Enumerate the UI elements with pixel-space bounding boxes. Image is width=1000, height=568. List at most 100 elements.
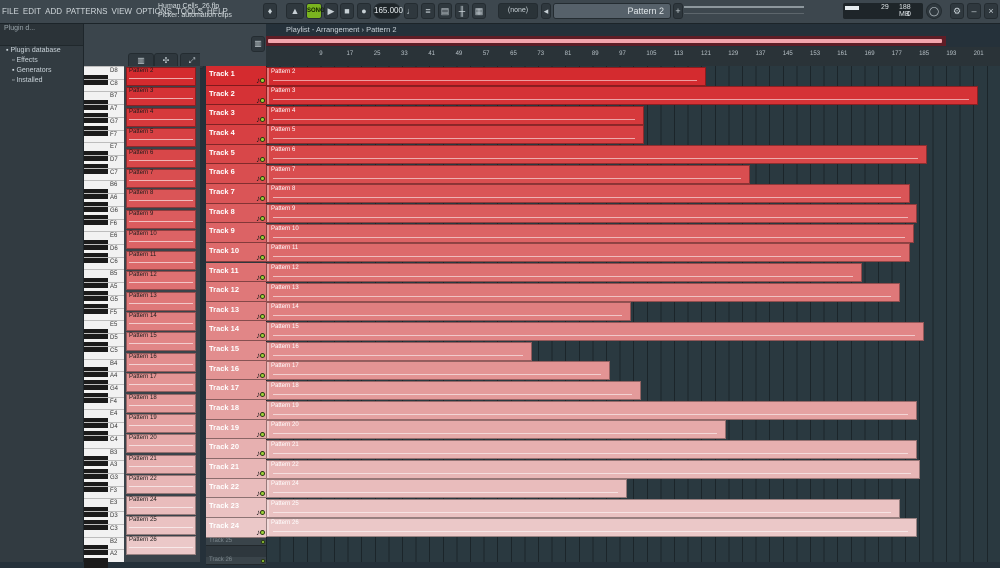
track-mute-led[interactable] xyxy=(260,412,265,418)
track-mute-led[interactable] xyxy=(260,195,265,201)
clip-left-edge[interactable] xyxy=(267,224,269,242)
piano-black-key[interactable] xyxy=(84,379,108,390)
track-header-item[interactable]: Track 10 ♪ xyxy=(206,242,266,263)
clip-left-edge[interactable] xyxy=(267,67,269,85)
master-volume-knob[interactable]: ◯ xyxy=(926,3,942,19)
clip-left-edge[interactable] xyxy=(267,106,269,124)
pattern-list-item[interactable]: Pattern 18 xyxy=(126,393,196,413)
playlist-clip[interactable]: Pattern 25 xyxy=(266,498,900,518)
track-header-item[interactable]: Track 7 ♪ xyxy=(206,183,266,204)
piano-black-key[interactable] xyxy=(84,329,108,340)
playlist-pattern[interactable]: Pattern 2 xyxy=(366,25,396,34)
track-mute-led[interactable] xyxy=(260,510,265,516)
track-header-item[interactable]: Track 8 ♪ xyxy=(206,203,266,224)
playlist-clip[interactable]: Pattern 22 xyxy=(266,459,921,479)
menu-view[interactable]: VIEW xyxy=(112,7,132,16)
clip-left-edge[interactable] xyxy=(267,322,269,340)
piano-black-key[interactable] xyxy=(84,201,108,212)
menu-file[interactable]: FILE xyxy=(2,7,19,16)
timeline-ruler[interactable]: 9 17 25 33 41 49 57 65 73 81 89 97 105 113 121 129 137 14… xyxy=(266,47,1000,66)
piano-black-key[interactable] xyxy=(84,456,108,467)
piano-black-key[interactable] xyxy=(84,125,108,136)
piano-black-key[interactable] xyxy=(84,519,108,530)
track-header-item[interactable]: Track 13 ♪ xyxy=(206,301,266,322)
track-mute-led[interactable] xyxy=(260,156,265,162)
track-mute-led[interactable] xyxy=(260,136,265,142)
pattern-list-item[interactable]: Pattern 15 xyxy=(126,332,196,352)
stop-icon[interactable]: ■ xyxy=(340,3,354,19)
piano-black-key[interactable] xyxy=(84,112,108,123)
track-header-item[interactable]: Track 26 xyxy=(206,557,266,566)
song-mode-toggle[interactable]: SONG xyxy=(306,3,325,19)
pattern-list-item[interactable]: Pattern 9 xyxy=(126,209,196,229)
clip-left-edge[interactable] xyxy=(267,460,269,478)
playlist-clip[interactable]: Pattern 19 xyxy=(266,400,917,420)
track-mute-led[interactable] xyxy=(260,471,265,476)
clip-left-edge[interactable] xyxy=(267,421,269,439)
browser-item-plugin-database[interactable]: ▪ Plugin database xyxy=(0,46,83,56)
track-mute-led[interactable] xyxy=(260,215,265,221)
playlist-clip[interactable]: Pattern 3 xyxy=(266,86,979,106)
piano-black-key[interactable] xyxy=(84,468,108,479)
clip-left-edge[interactable] xyxy=(267,362,269,380)
clip-left-edge[interactable] xyxy=(267,499,269,517)
track-header-item[interactable]: Track 16 ♪ xyxy=(206,360,266,381)
clip-left-edge[interactable] xyxy=(267,126,269,144)
track-header-item[interactable]: Track 3 ♪ xyxy=(206,105,266,125)
pattern-list-item[interactable]: Pattern 19 xyxy=(126,413,196,433)
clip-left-edge[interactable] xyxy=(267,87,269,105)
piano-black-key[interactable] xyxy=(84,240,108,251)
track-header-item[interactable]: Track 17 ♪ xyxy=(206,380,266,401)
track-header-item[interactable]: Track 15 ♪ xyxy=(206,341,266,361)
track-mute-led[interactable] xyxy=(260,97,265,103)
piano-black-key[interactable] xyxy=(84,163,108,174)
piano-black-key[interactable] xyxy=(84,74,108,85)
pattern-list-item[interactable]: Pattern 17 xyxy=(126,373,196,393)
track-mute-led[interactable] xyxy=(260,254,265,260)
pattern-list-item[interactable]: Pattern 3 xyxy=(126,87,196,107)
keyboard-icon[interactable]: ▥ xyxy=(251,36,265,52)
piano-black-key[interactable] xyxy=(84,303,108,314)
piano-black-key[interactable] xyxy=(84,392,108,403)
track-mute-led[interactable] xyxy=(260,372,265,378)
track-mute-led[interactable] xyxy=(260,333,265,339)
pattern-list-item[interactable]: Pattern 10 xyxy=(126,230,196,250)
menu-patterns[interactable]: PATTERNS xyxy=(66,7,107,16)
playlist-clip[interactable]: Pattern 20 xyxy=(266,420,727,440)
track-header-item[interactable]: Track 24 ♪ xyxy=(206,517,266,538)
clip-left-edge[interactable] xyxy=(267,303,269,321)
clip-left-edge[interactable] xyxy=(267,264,269,281)
playlist-clip[interactable]: Pattern 21 xyxy=(266,439,917,459)
clip-left-edge[interactable] xyxy=(267,342,269,360)
piano-black-key[interactable] xyxy=(84,481,108,492)
clip-left-edge[interactable] xyxy=(267,146,269,164)
pattern-list-item[interactable]: Pattern 8 xyxy=(126,189,196,209)
playlist-clip[interactable]: Pattern 16 xyxy=(266,341,532,361)
pattern-list-item[interactable]: Pattern 24 xyxy=(126,495,196,515)
playlist-clip[interactable]: Pattern 15 xyxy=(266,321,924,341)
piano-black-key[interactable] xyxy=(84,507,108,518)
pattern-mode-icon[interactable]: ▲ xyxy=(286,3,304,19)
horizontal-scrollbar[interactable] xyxy=(266,36,946,46)
piano-black-key[interactable] xyxy=(84,418,108,429)
track-header-item[interactable]: Track 25 xyxy=(206,537,266,546)
playlist-clip[interactable]: Pattern 17 xyxy=(266,361,611,381)
track-header-item[interactable]: Track 4 ♪ xyxy=(206,124,266,145)
track-header-item[interactable]: Track 23 ♪ xyxy=(206,498,266,518)
track-header-item[interactable]: Track 11 ♪ xyxy=(206,262,266,283)
playlist-clip[interactable]: Pattern 11 xyxy=(266,243,911,263)
add-pattern-icon[interactable]: + xyxy=(673,3,683,19)
menu-edit[interactable]: EDIT xyxy=(23,7,41,16)
pattern-list-item[interactable]: Pattern 25 xyxy=(126,516,196,536)
piano-black-key[interactable] xyxy=(84,189,108,200)
track-mute-led[interactable] xyxy=(261,539,265,544)
track-header-item[interactable]: Track 12 ♪ xyxy=(206,282,266,302)
pattern-list-item[interactable]: Pattern 7 xyxy=(126,169,196,189)
clip-left-edge[interactable] xyxy=(267,519,269,537)
playlist-clip[interactable]: Pattern 24 xyxy=(266,479,628,499)
pattern-list-item[interactable]: Pattern 4 xyxy=(126,107,196,127)
browser-item-installed[interactable]: ▫ Installed xyxy=(0,76,83,86)
menu-add[interactable]: ADD xyxy=(45,7,62,16)
clip-left-edge[interactable] xyxy=(267,440,269,458)
pattern-list-item[interactable]: Pattern 26 xyxy=(126,536,196,556)
